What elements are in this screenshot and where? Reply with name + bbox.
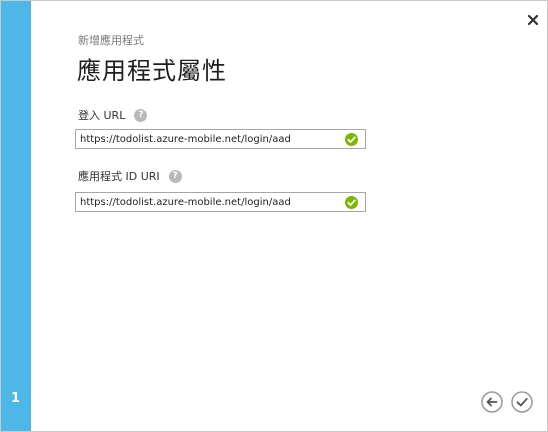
- step-rail: 1: [1, 1, 31, 431]
- app-id-uri-field[interactable]: [75, 192, 366, 212]
- sign-on-url-label: 登入 URL ?: [78, 107, 148, 123]
- help-icon[interactable]: ?: [168, 169, 182, 183]
- checkmark-circle-icon: [345, 196, 358, 209]
- app-id-uri-label: 應用程式 ID URI ?: [78, 168, 182, 184]
- app-id-uri-label-text: 應用程式 ID URI: [78, 170, 160, 183]
- app-id-uri-input[interactable]: [76, 193, 342, 211]
- wizard-subtitle: 新增應用程式: [78, 34, 144, 47]
- help-icon[interactable]: ?: [134, 108, 148, 122]
- close-icon[interactable]: [525, 12, 541, 28]
- sign-on-url-field[interactable]: [75, 129, 366, 149]
- page-title: 應用程式屬性: [77, 57, 227, 85]
- wizard-dialog: 1 新增應用程式 應用程式屬性 登入 URL ? 應用程式 ID URI ?: [0, 0, 548, 432]
- sign-on-url-label-text: 登入 URL: [78, 109, 126, 122]
- checkmark-circle-icon: [345, 133, 358, 146]
- back-button[interactable]: [481, 391, 503, 413]
- step-number: 1: [11, 391, 21, 406]
- sign-on-url-input[interactable]: [76, 130, 342, 148]
- complete-button[interactable]: [511, 391, 533, 413]
